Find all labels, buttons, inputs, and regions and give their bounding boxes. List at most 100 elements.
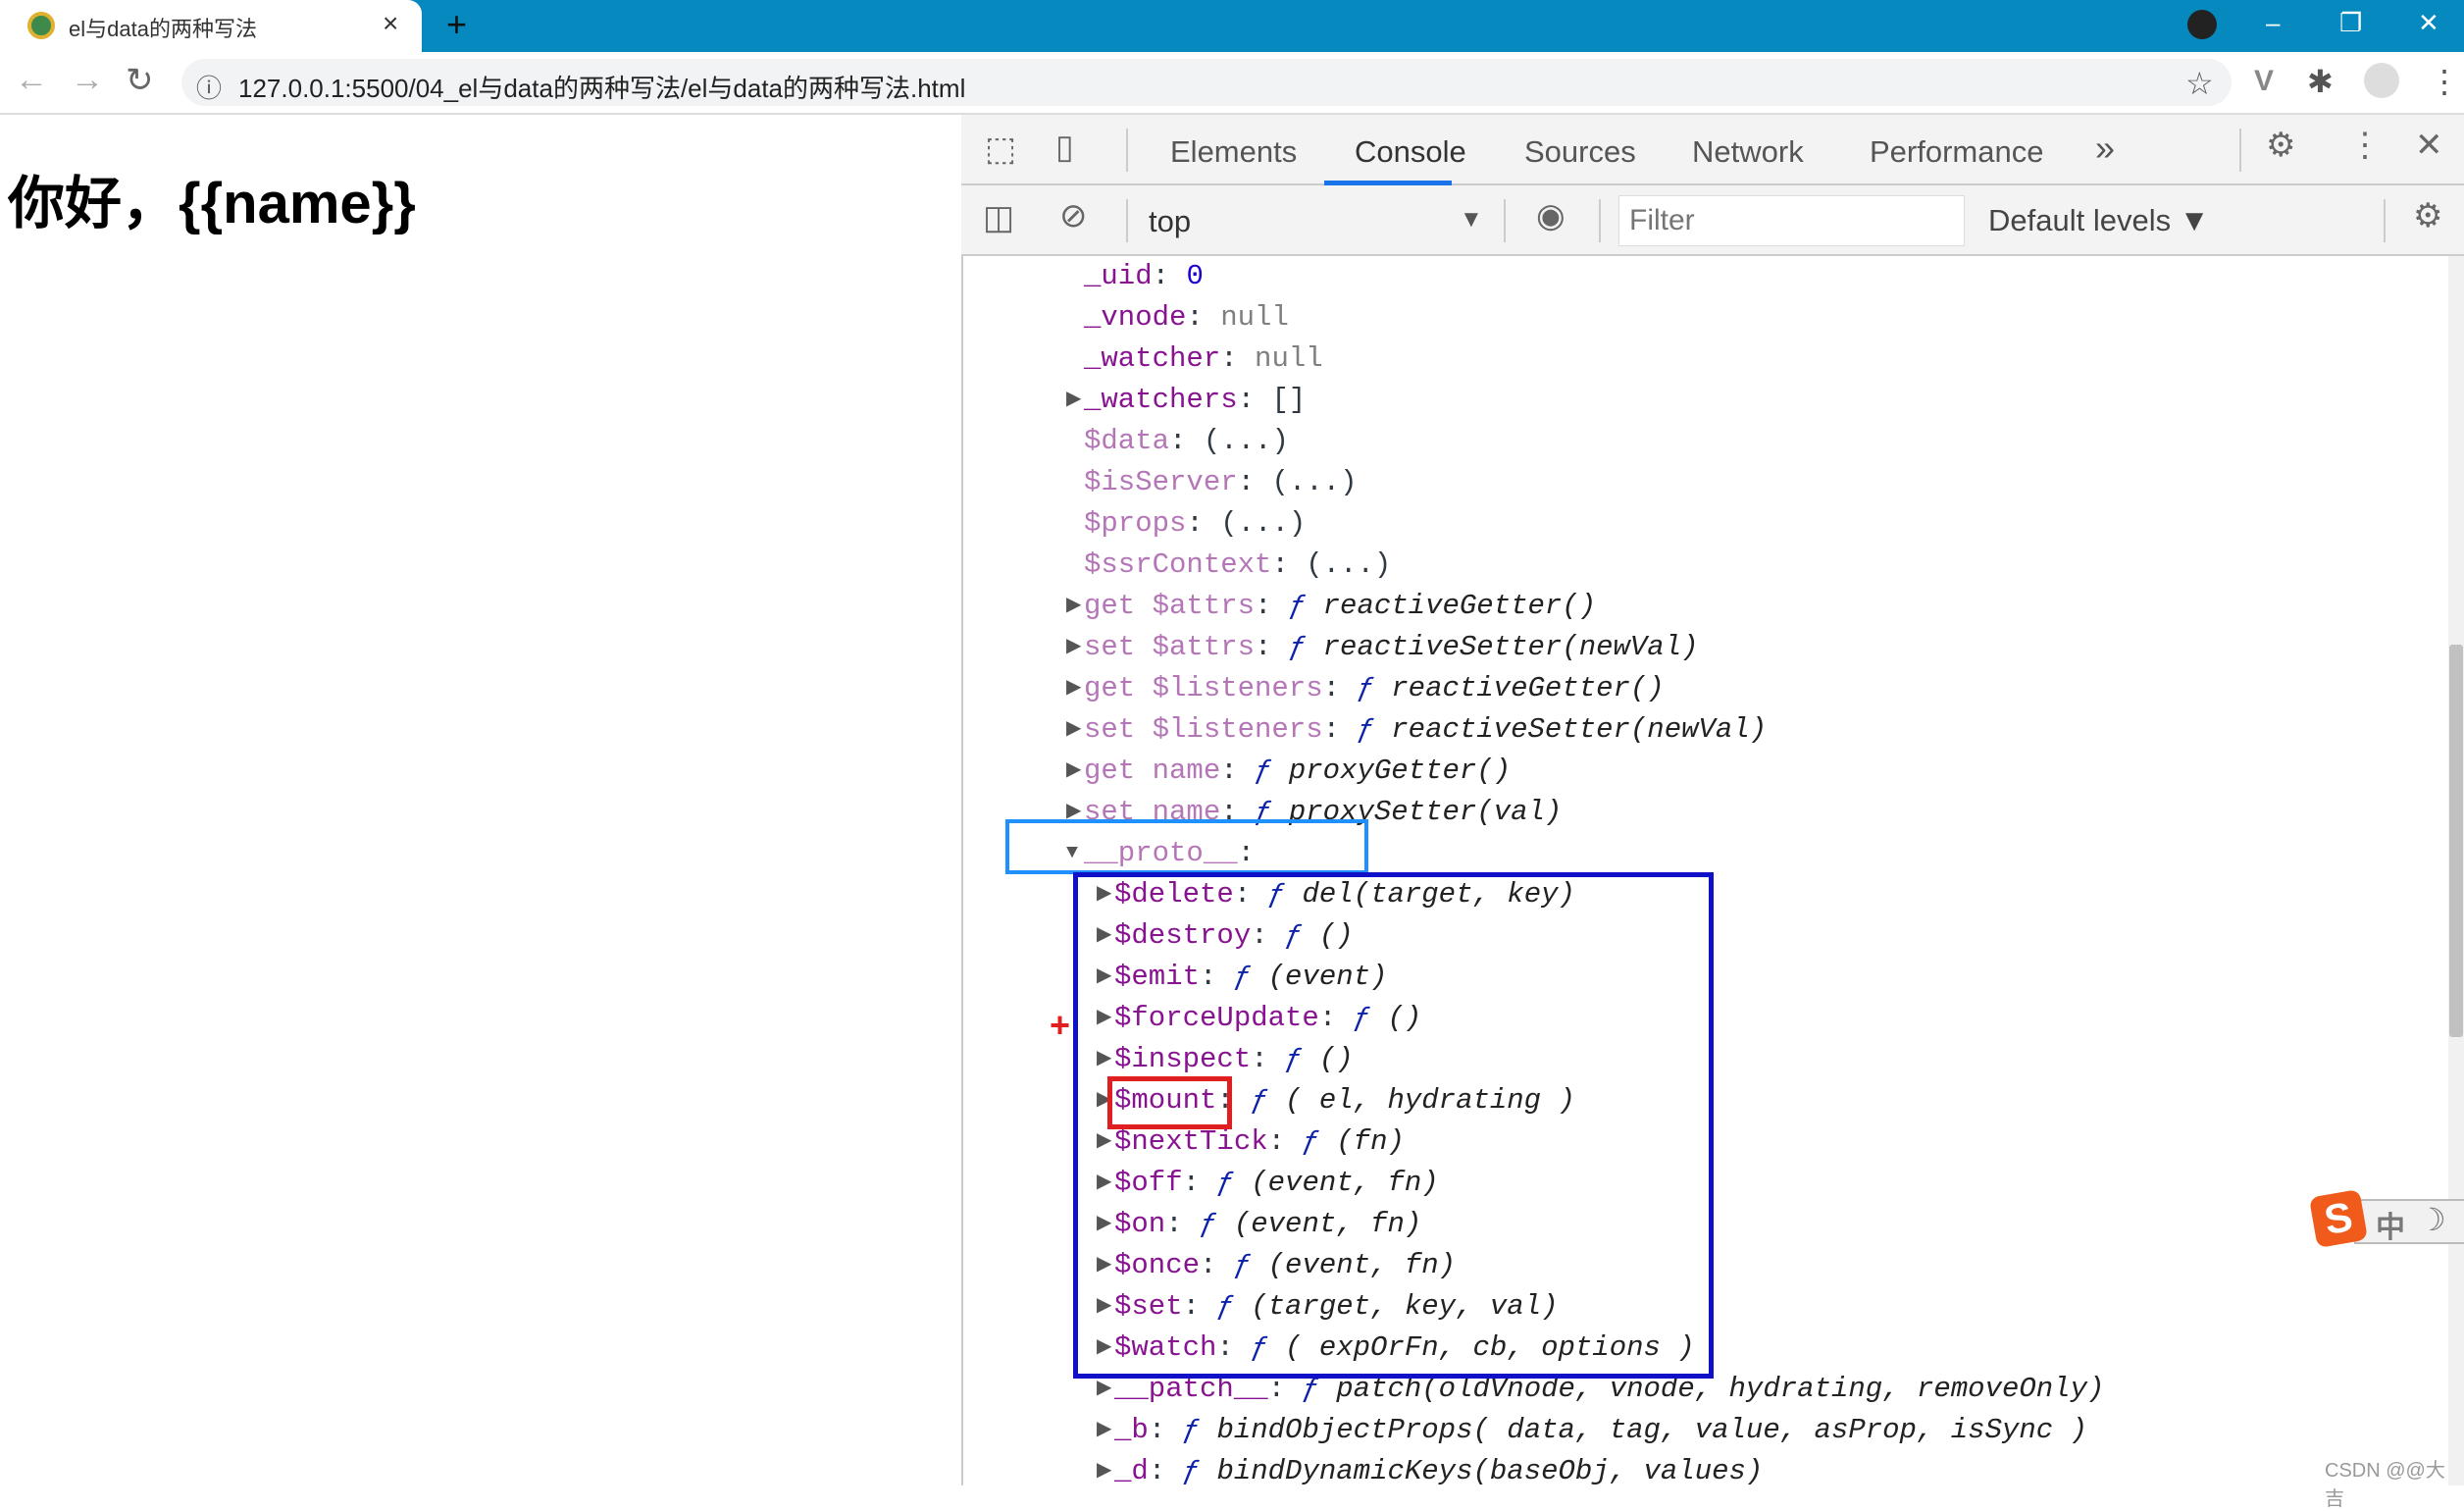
function-icon: ƒ: [1288, 631, 1323, 663]
property-key: set $attrs: [1084, 631, 1256, 663]
console-property-row[interactable]: ▶ get name: ƒ proxyGetter(): [1066, 751, 1511, 792]
log-levels-dropdown[interactable]: Default levels ▼: [1988, 203, 2209, 238]
divider: [2384, 199, 2386, 242]
divider: [1599, 199, 1601, 242]
collapsed-arrow-icon[interactable]: ▶: [1066, 668, 1081, 709]
scrollbar-thumb[interactable]: [2449, 645, 2463, 1037]
colon: :: [1237, 466, 1272, 498]
devtools-close-icon[interactable]: ✕: [2415, 126, 2443, 165]
function-icon: ƒ: [1255, 755, 1289, 787]
new-tab-button[interactable]: +: [446, 4, 467, 45]
tab-console[interactable]: Console: [1355, 134, 1466, 170]
settings-gear-icon[interactable]: ⚙: [2266, 126, 2295, 165]
bookmark-star-icon[interactable]: ☆: [2185, 65, 2214, 102]
property-key: _b: [1114, 1414, 1149, 1446]
tab-title: el与data的两种写法: [69, 17, 257, 41]
mount-highlight-box: [1107, 1076, 1232, 1129]
reload-icon[interactable]: ↻: [126, 61, 154, 100]
url-text[interactable]: 127.0.0.1:5500/04_el与data的两种写法/el与data的两…: [238, 69, 965, 105]
property-key: $props: [1084, 507, 1187, 540]
inspect-element-icon[interactable]: ⬚: [985, 130, 1016, 169]
context-select[interactable]: top: [1149, 204, 1191, 239]
tab-close-icon[interactable]: ×: [383, 8, 398, 39]
tab-sources[interactable]: Sources: [1524, 134, 1636, 170]
divider: [1126, 199, 1128, 242]
profile-dropdown-icon[interactable]: [2187, 10, 2217, 39]
property-value: null: [1255, 342, 1323, 375]
browser-menu-icon[interactable]: ⋮: [2429, 63, 2460, 100]
collapsed-arrow-icon[interactable]: ▶: [1066, 586, 1081, 627]
collapsed-arrow-icon[interactable]: ▶: [1097, 1451, 1111, 1485]
colon: :: [1186, 507, 1221, 540]
window-close-button[interactable]: ✕: [2418, 8, 2439, 38]
property-value: (...): [1203, 425, 1289, 457]
console-property-row: $props: (...): [1084, 503, 1306, 545]
console-property-row: _vnode: null: [1084, 297, 1289, 339]
console-property-row[interactable]: ▶ set $attrs: ƒ reactiveSetter(newVal): [1066, 627, 1699, 668]
property-key: get $listeners: [1084, 672, 1323, 704]
minimize-button[interactable]: –: [2266, 8, 2280, 38]
property-key: _vnode: [1084, 301, 1187, 334]
browser-tab[interactable]: el与data的两种写法 ×: [0, 0, 422, 52]
tab-performance[interactable]: Performance: [1870, 134, 2043, 170]
collapsed-arrow-icon[interactable]: ▶: [1066, 751, 1081, 792]
vue-devtools-icon[interactable]: V: [2254, 65, 2274, 98]
colon: :: [1148, 1414, 1183, 1446]
extensions-icon[interactable]: ✱: [2307, 63, 2334, 100]
filter-input[interactable]: [1618, 195, 1965, 246]
clear-console-icon[interactable]: ⊘: [1059, 196, 1088, 235]
colon: :: [1255, 631, 1289, 663]
console-settings-gear-icon[interactable]: ⚙: [2413, 196, 2442, 235]
console-property-row[interactable]: ▶ _watchers: []: [1066, 380, 1307, 421]
console-property-row[interactable]: ▶ _b: ƒ bindObjectProps( data, tag, value…: [1097, 1410, 2087, 1451]
colon: :: [1322, 713, 1358, 746]
profile-avatar[interactable]: [2364, 63, 2399, 98]
property-value: reactiveGetter(): [1391, 672, 1665, 704]
console-property-row[interactable]: ▶ set $listeners: ƒ reactiveSetter(newVal…: [1066, 709, 1768, 751]
ime-mode-toggle[interactable]: 中: [2376, 1203, 2405, 1246]
colon: :: [1255, 590, 1289, 622]
collapsed-arrow-icon[interactable]: ▶: [1097, 1410, 1111, 1451]
tab-network[interactable]: Network: [1692, 134, 1804, 170]
property-key: _watcher: [1084, 342, 1221, 375]
function-icon: ƒ: [1182, 1455, 1217, 1485]
ime-toolbar[interactable]: [2354, 1199, 2464, 1244]
console-property-row: $data: (...): [1084, 421, 1289, 462]
console-property-row: _uid: 0: [1084, 256, 1204, 297]
tab-elements[interactable]: Elements: [1170, 134, 1297, 170]
divider: [1504, 199, 1506, 242]
sogou-logo-icon[interactable]: S: [2308, 1188, 2369, 1249]
console-property-row[interactable]: ▶ get $attrs: ƒ reactiveGetter(): [1066, 586, 1596, 627]
favicon-icon: [27, 12, 55, 39]
device-toolbar-icon[interactable]: ▯: [1055, 128, 1074, 167]
collapsed-arrow-icon[interactable]: ▶: [1066, 709, 1081, 751]
collapsed-arrow-icon[interactable]: ▶: [1066, 380, 1081, 421]
colon: :: [1237, 384, 1272, 416]
forward-icon[interactable]: →: [71, 61, 104, 99]
property-value: []: [1271, 384, 1307, 416]
back-icon[interactable]: ←: [15, 61, 48, 99]
collapsed-arrow-icon[interactable]: ▶: [1066, 627, 1081, 668]
ime-moon-icon[interactable]: ☽: [2418, 1201, 2446, 1238]
context-dropdown-icon[interactable]: ▼: [1460, 206, 1483, 234]
restore-button[interactable]: ❐: [2339, 8, 2362, 38]
more-tabs-button[interactable]: »: [2095, 128, 2115, 169]
sidebar-toggle-icon[interactable]: ◫: [983, 198, 1014, 237]
property-key: get name: [1084, 755, 1221, 787]
live-expression-eye-icon[interactable]: ◉: [1536, 196, 1566, 235]
property-value: reactiveSetter(newVal): [1322, 631, 1699, 663]
property-key: $isServer: [1084, 466, 1238, 498]
page-viewport: [0, 117, 961, 1485]
colon: :: [1220, 342, 1256, 375]
console-property-row[interactable]: ▶ get $listeners: ƒ reactiveGetter(): [1066, 668, 1665, 709]
devtools-menu-icon[interactable]: ⋮: [2348, 126, 2382, 165]
property-key: get $attrs: [1084, 590, 1256, 622]
info-icon[interactable]: ⓘ: [196, 69, 222, 105]
property-value: reactiveSetter(newVal): [1391, 713, 1768, 746]
property-key: _watchers: [1084, 384, 1238, 416]
property-value: bindDynamicKeys(baseObj, values): [1216, 1455, 1764, 1485]
function-icon: ƒ: [1288, 590, 1323, 622]
console-property-row: _watcher: null: [1084, 339, 1323, 380]
console-property-row[interactable]: ▶ _d: ƒ bindDynamicKeys(baseObj, values): [1097, 1451, 1764, 1485]
colon: :: [1322, 672, 1358, 704]
